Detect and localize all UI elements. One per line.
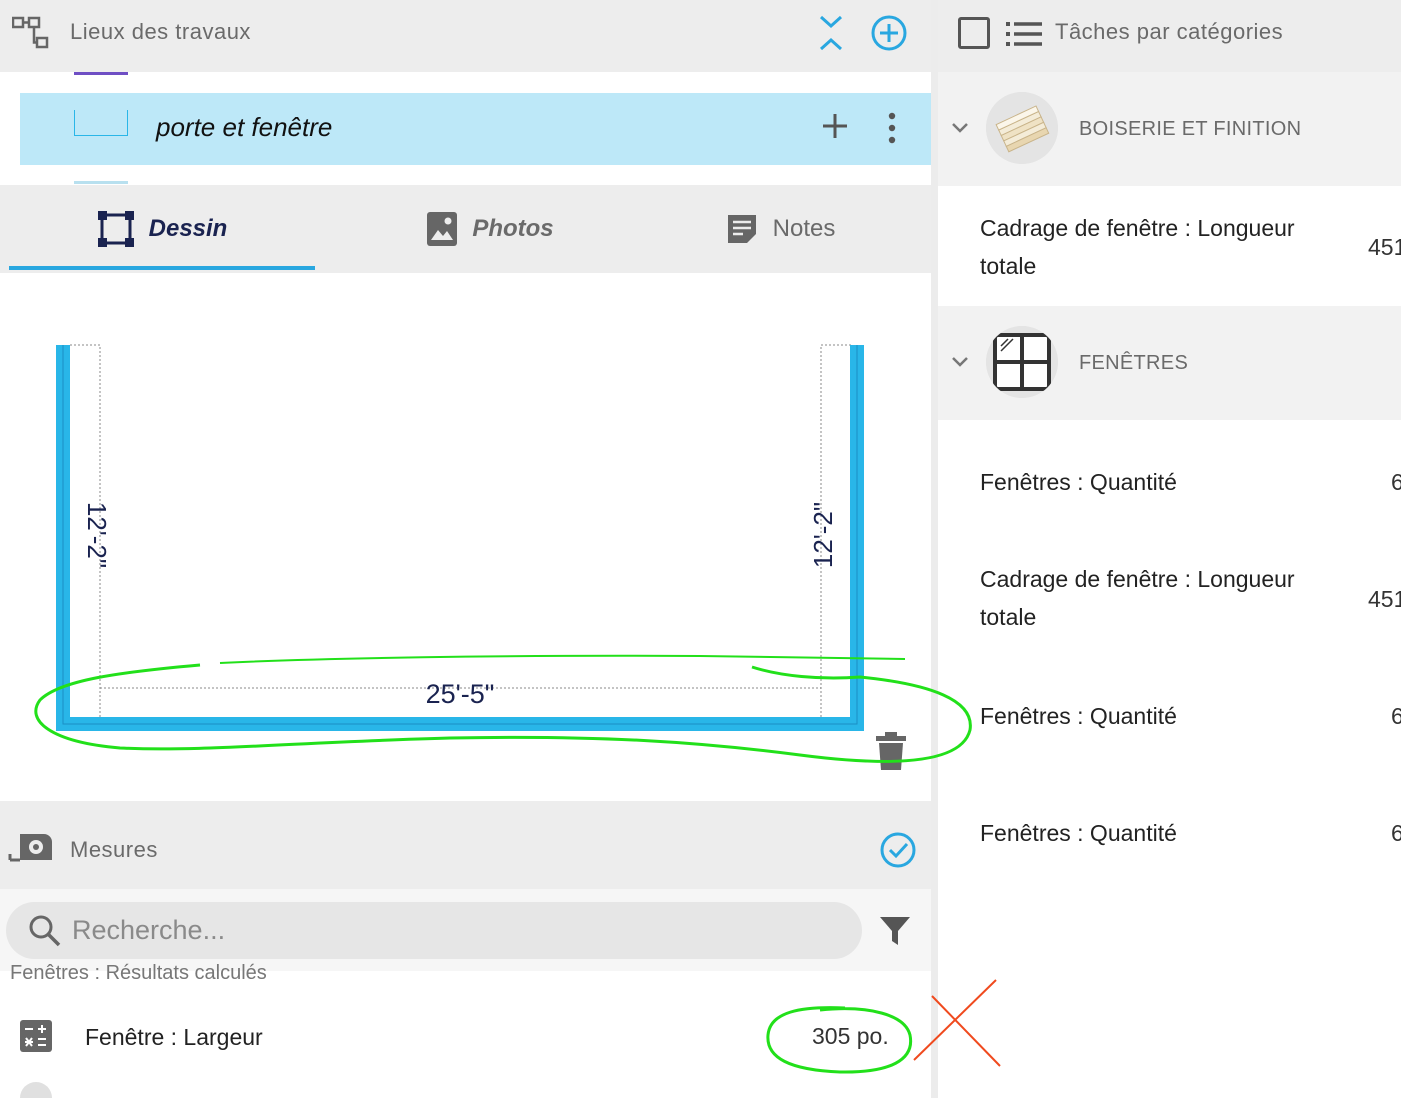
window-icon [986,326,1058,398]
right-wall-dimension: 12'-2" [808,502,838,568]
task-row[interactable]: Cadrage de fenêtre : Longueur totale 451 [938,542,1401,664]
task-value: 6 [1391,820,1401,846]
next-result-icon [20,1082,52,1098]
calculator-icon [20,1020,52,1052]
chevron-down-icon [952,123,968,133]
wood-boards-icon [986,92,1058,164]
task-row[interactable]: Fenêtres : Quantité 6 [938,780,1401,896]
panel-divider[interactable] [931,0,938,1098]
add-location-icon[interactable] [870,14,908,52]
drawing-canvas[interactable]: 12'-2" 12'-2" 25'-5" [0,273,931,801]
tab-dessin[interactable]: Dessin [9,185,315,273]
photo-icon [427,212,458,246]
task-row[interactable]: Fenêtres : Quantité 6 [938,420,1401,542]
task-label: Cadrage de fenêtre : Longueur totale [980,566,1295,630]
check-circle-icon[interactable] [879,831,917,869]
drawing-icon [97,211,134,247]
result-value: 305 po. [812,1023,889,1049]
task-label: Fenêtres : Quantité [980,469,1177,495]
search-icon [29,915,61,947]
locations-title: Lieux des travaux [70,19,251,44]
collapse-all-icon[interactable] [816,14,846,52]
floor-plan-drawing: 12'-2" 12'-2" 25'-5" [56,344,906,770]
tab-photos[interactable]: Photos [340,185,640,273]
active-tab-indicator [9,266,315,270]
right-panel: Tâches par catégories BOISERIE ET FINITI… [938,0,1401,1098]
tape-measure-icon [8,834,52,862]
plus-icon[interactable] [820,111,850,141]
view-tabs: Dessin Photos Notes [0,185,931,273]
task-row[interactable]: Cadrage de fenêtre : Longueur totale 451 [938,186,1401,306]
tasks-title: Tâches par catégories [1055,19,1284,44]
category-title: BOISERIE ET FINITION [1079,118,1302,140]
more-options-icon[interactable] [882,111,902,145]
wall-inner-line [62,345,858,725]
task-label: Fenêtres : Quantité [980,703,1177,729]
category-fenetres[interactable]: FENÊTRES [938,306,1401,420]
left-panel: Lieux des travaux porte et fenêtre Dessi… [0,0,931,1098]
category-title: FENÊTRES [1079,352,1189,374]
location-thumbnail [74,110,128,136]
measures-title: Mesures [70,837,158,862]
tab-photos-label: Photos [472,215,554,242]
measures-header: Mesures [0,801,931,889]
bottom-wall-dimension: 25'-5" [426,679,495,709]
filter-icon[interactable] [878,914,912,948]
result-label: Fenêtre : Largeur [85,1024,263,1050]
chevron-down-icon [952,357,968,367]
task-label: Cadrage de fenêtre : Longueur totale [980,215,1295,279]
task-value: 451 [1368,234,1401,260]
task-value: 6 [1391,703,1401,729]
next-location-thumb [74,181,128,184]
locations-header: Lieux des travaux [0,0,931,72]
search-area [0,889,931,971]
select-all-checkbox[interactable] [958,17,990,49]
note-icon [727,215,756,243]
task-row[interactable]: Fenêtres : Quantité 6 [938,664,1401,780]
previous-location-thumb [74,72,128,75]
list-icon [1006,22,1042,46]
results-group-label: Fenêtres : Résultats calculés [10,962,267,984]
wall-outline[interactable] [56,345,864,731]
task-value: 451 [1368,586,1401,612]
category-boiserie[interactable]: BOISERIE ET FINITION [938,72,1401,186]
location-item-selected[interactable]: porte et fenêtre [20,93,931,165]
left-wall-dimension: 12'-2" [82,502,112,568]
measure-result-row[interactable]: Fenêtre : Largeur 305 po. [0,1000,931,1074]
task-label: Fenêtres : Quantité [980,820,1177,846]
tab-notes-label: Notes [772,215,836,242]
tasks-header: Tâches par catégories [938,0,1401,72]
search-input[interactable] [72,910,832,950]
tab-dessin-label: Dessin [148,215,228,242]
trash-icon[interactable] [876,732,906,770]
hierarchy-icon [12,16,49,49]
search-box[interactable] [6,902,862,959]
location-label: porte et fenêtre [156,112,333,142]
task-value: 6 [1391,469,1401,495]
tab-notes[interactable]: Notes [660,185,900,273]
